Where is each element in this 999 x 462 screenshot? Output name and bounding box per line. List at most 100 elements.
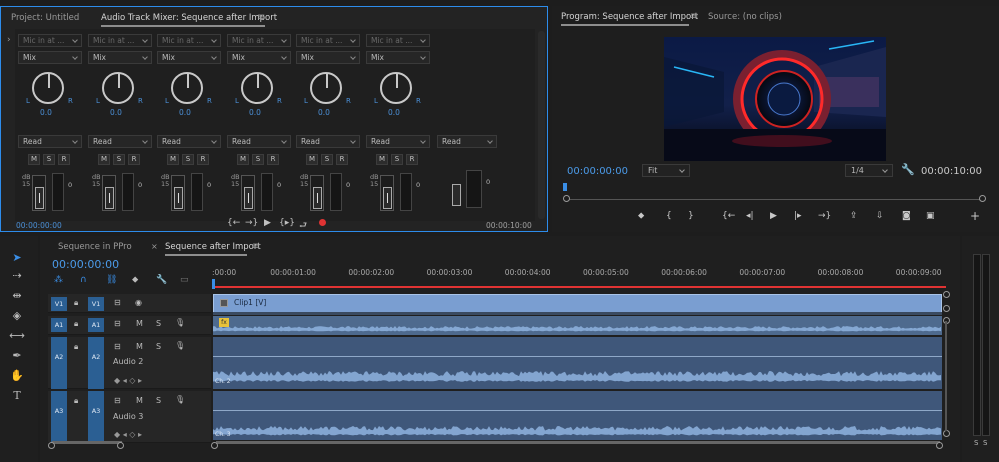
effect-select[interactable]: Mix	[88, 51, 152, 64]
pan-knob[interactable]	[171, 72, 203, 104]
h-scroll-start[interactable]	[211, 442, 218, 449]
tab-source[interactable]: Source: (no clips)	[708, 6, 782, 28]
program-menu-icon[interactable]: ≡	[690, 11, 698, 22]
sync-lock-icon[interactable]: ⊟	[114, 342, 121, 351]
nest-icon[interactable]: ⁂	[54, 275, 63, 285]
solo-right-button[interactable]: S	[983, 439, 987, 447]
fit-dropdown[interactable]: Fit	[642, 164, 690, 177]
scrub-end-handle[interactable]	[979, 195, 986, 202]
lock-icon[interactable]: 🔒︎	[74, 396, 78, 406]
add-marker-icon[interactable]: ⬥	[638, 211, 644, 221]
tab-sequence-in-ppro[interactable]: Sequence in PPro	[58, 236, 132, 258]
volume-fader[interactable]	[174, 187, 183, 209]
hand-tool-icon[interactable]: ✋	[9, 368, 25, 384]
master-automation-mode[interactable]: Read	[437, 135, 497, 148]
solo-button[interactable]: S	[156, 342, 161, 351]
mute-button[interactable]: M	[306, 154, 318, 165]
linked-selection-icon[interactable]: ⛓	[106, 275, 117, 285]
volume-fader[interactable]	[313, 187, 322, 209]
solo-button[interactable]: S	[182, 154, 194, 165]
sync-lock-icon[interactable]: ⊟	[114, 319, 121, 328]
mute-button[interactable]: M	[376, 154, 388, 165]
volume-fader[interactable]	[35, 187, 44, 209]
audio-clip-a2[interactable]: Ch. 2	[213, 337, 942, 389]
input-select[interactable]: Mic in at ...	[18, 34, 82, 47]
settings-wrench-icon[interactable]: 🔧	[901, 163, 915, 176]
mixer-scrollbar[interactable]	[538, 31, 545, 219]
solo-button[interactable]: S	[113, 154, 125, 165]
target-a2[interactable]: A2	[88, 337, 104, 389]
close-tab-icon[interactable]: ×	[151, 242, 158, 251]
target-a3[interactable]: A3	[88, 391, 104, 443]
input-select[interactable]: Mic in at ...	[366, 34, 430, 47]
master-fader[interactable]	[452, 184, 461, 206]
timeline-timecode[interactable]: 00:00:00:00	[52, 258, 119, 271]
snap-magnet-icon[interactable]: ∩	[80, 275, 87, 285]
sync-lock-icon[interactable]: ⊟	[114, 298, 121, 307]
type-tool-icon[interactable]: T	[9, 388, 25, 404]
pan-knob[interactable]	[102, 72, 134, 104]
add-button-icon[interactable]: +	[970, 209, 980, 223]
quality-dropdown[interactable]: 1/4	[845, 164, 893, 177]
step-forward-icon[interactable]: |▸	[794, 211, 802, 221]
volume-fader[interactable]	[383, 187, 392, 209]
scrub-playhead[interactable]	[563, 183, 567, 191]
mute-button[interactable]: M	[28, 154, 40, 165]
eye-icon[interactable]: ◉	[135, 298, 142, 307]
keyframe-nav[interactable]: ◆ ◂ ◇ ▸	[114, 430, 142, 439]
microphone-icon[interactable]: 🎙︎	[175, 395, 185, 404]
record-enable-button[interactable]: R	[406, 154, 418, 165]
solo-button[interactable]: S	[156, 396, 161, 405]
go-to-in-icon[interactable]: {←	[227, 218, 240, 228]
keyframe-nav[interactable]: ◆ ◂ ◇ ▸	[114, 376, 142, 385]
automation-mode-select[interactable]: Read	[366, 135, 430, 148]
pan-knob[interactable]	[32, 72, 64, 104]
add-marker-icon[interactable]: ⬥	[132, 275, 138, 285]
play-in-to-out-icon[interactable]: {▸}	[279, 218, 295, 228]
effect-select[interactable]: Mix	[18, 51, 82, 64]
volume-fader[interactable]	[244, 187, 253, 209]
slip-tool-icon[interactable]: ⟷	[9, 328, 25, 344]
automation-mode-select[interactable]: Read	[227, 135, 291, 148]
record-icon[interactable]	[319, 219, 326, 226]
h-scroll-end[interactable]	[936, 442, 943, 449]
pan-knob[interactable]	[380, 72, 412, 104]
effect-select[interactable]: Mix	[227, 51, 291, 64]
play-icon[interactable]: ▶	[770, 211, 777, 221]
target-v1[interactable]: V1	[88, 297, 104, 311]
mute-button[interactable]: M	[237, 154, 249, 165]
header-scroll-end[interactable]	[117, 442, 124, 449]
volume-fader[interactable]	[105, 187, 114, 209]
timeline-menu-icon[interactable]: ≡	[252, 241, 260, 252]
record-enable-button[interactable]: R	[336, 154, 348, 165]
mark-in-icon[interactable]: {	[666, 211, 672, 221]
solo-button[interactable]: S	[321, 154, 333, 165]
microphone-icon[interactable]: 🎙︎	[175, 318, 185, 327]
lift-icon[interactable]: ⇪	[850, 211, 858, 221]
effect-select[interactable]: Mix	[366, 51, 430, 64]
automation-mode-select[interactable]: Read	[296, 135, 360, 148]
track-select-tool-icon[interactable]: ⇢	[9, 268, 25, 284]
record-enable-button[interactable]: R	[267, 154, 279, 165]
solo-button[interactable]: S	[391, 154, 403, 165]
source-patch-a1[interactable]: A1	[51, 318, 67, 332]
scrub-start-handle[interactable]	[563, 195, 570, 202]
mute-button[interactable]: M	[136, 342, 143, 351]
input-select[interactable]: Mic in at ...	[227, 34, 291, 47]
expand-arrow-icon[interactable]: ›	[7, 35, 11, 45]
target-a1[interactable]: A1	[88, 318, 104, 332]
step-back-icon[interactable]: ◂|	[746, 211, 754, 221]
mark-out-icon[interactable]: }	[688, 211, 694, 221]
razor-tool-icon[interactable]: ◈	[9, 308, 25, 324]
input-select[interactable]: Mic in at ...	[88, 34, 152, 47]
mute-button[interactable]: M	[98, 154, 110, 165]
program-timecode[interactable]: 00:00:00:00	[567, 166, 628, 177]
video-clip[interactable]: Clip1 [V]	[213, 294, 942, 313]
comparison-view-icon[interactable]: ▣	[926, 211, 935, 221]
ripple-edit-tool-icon[interactable]: ⇹	[9, 288, 25, 304]
go-to-out-icon[interactable]: →}	[818, 211, 831, 221]
record-enable-button[interactable]: R	[128, 154, 140, 165]
go-to-out-icon[interactable]: →}	[245, 218, 258, 228]
source-patch-a2[interactable]: A2	[51, 337, 67, 389]
pan-knob[interactable]	[241, 72, 273, 104]
